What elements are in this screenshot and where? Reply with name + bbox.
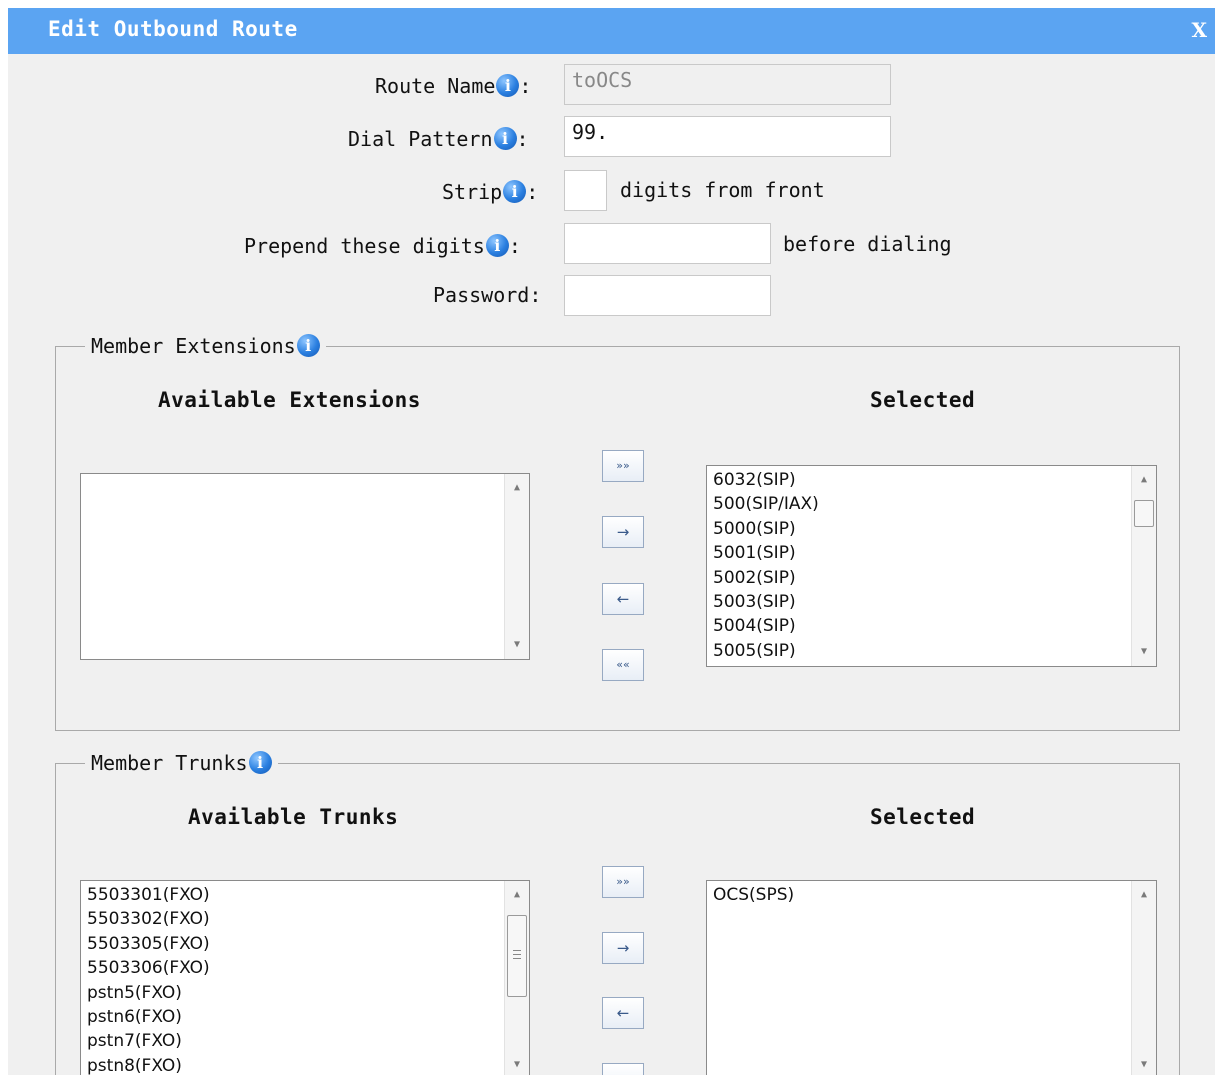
- selected-extensions-items: 6032(SIP) 500(SIP/IAX) 5000(SIP) 5001(SIP) 5…: [713, 468, 1128, 663]
- colon: :: [508, 234, 521, 258]
- strip-label: Strip: [442, 180, 503, 204]
- list-item[interactable]: pstn7(FXO): [87, 1029, 501, 1053]
- scroll-up-icon[interactable]: ▲: [505, 478, 529, 498]
- info-icon[interactable]: i: [485, 234, 509, 257]
- selected-trunks-list[interactable]: OCS(SPS) ▲ ▼: [706, 880, 1157, 1075]
- strip-suffix: digits from front: [620, 178, 825, 202]
- list-item[interactable]: 5503302(FXO): [87, 907, 501, 931]
- member-trunks-legend: Member Trunks i: [85, 751, 278, 775]
- colon: :: [526, 180, 539, 204]
- member-extensions-label: Member Extensions: [91, 334, 296, 358]
- remove-all-trunks-button[interactable]: ««: [602, 1063, 644, 1075]
- selected-trunks-title: Selected: [870, 805, 976, 829]
- scrollbar[interactable]: ▲ ▼: [1131, 466, 1156, 666]
- scrollbar[interactable]: ▲ ▼: [504, 881, 529, 1075]
- scroll-thumb[interactable]: [1134, 500, 1154, 527]
- remove-button[interactable]: ←: [602, 583, 644, 615]
- route-name-label: Route Name: [375, 74, 496, 98]
- colon: :: [519, 74, 532, 98]
- list-item[interactable]: pstn8(FXO): [87, 1054, 501, 1075]
- list-item[interactable]: 5005(SIP): [713, 639, 1128, 663]
- route-name-label-row: Route Name i:: [375, 74, 531, 98]
- list-item[interactable]: 5503305(FXO): [87, 932, 501, 956]
- info-icon[interactable]: i: [503, 180, 527, 203]
- add-button[interactable]: →: [602, 516, 644, 548]
- add-all-button[interactable]: »»: [602, 450, 644, 482]
- password-label: Password: [433, 283, 530, 307]
- list-item[interactable]: 5002(SIP): [713, 566, 1128, 590]
- prepend-input[interactable]: [564, 223, 771, 264]
- list-item[interactable]: 5503306(FXO): [87, 956, 501, 980]
- list-item[interactable]: 5503301(FXO): [87, 883, 501, 907]
- dial-pattern-label-row: Dial Pattern i:: [348, 127, 529, 151]
- list-item[interactable]: pstn5(FXO): [87, 981, 501, 1005]
- list-item[interactable]: 5001(SIP): [713, 541, 1128, 565]
- scroll-up-icon[interactable]: ▲: [505, 885, 529, 905]
- member-extensions-legend: Member Extensions i: [85, 334, 326, 358]
- dial-pattern-input[interactable]: 99.: [564, 116, 891, 157]
- edit-outbound-route-dialog: Edit Outbound Route X Route Name i: toOCS…: [8, 8, 1215, 1075]
- scroll-up-icon[interactable]: ▲: [1132, 470, 1156, 490]
- info-icon[interactable]: i: [248, 751, 272, 774]
- scroll-down-icon[interactable]: ▼: [505, 1055, 529, 1075]
- add-trunk-button[interactable]: →: [602, 932, 644, 964]
- dialog-title: Edit Outbound Route: [48, 17, 298, 41]
- list-item[interactable]: 5004(SIP): [713, 614, 1128, 638]
- scroll-down-icon[interactable]: ▼: [1132, 642, 1156, 662]
- scrollbar[interactable]: ▲ ▼: [1131, 881, 1156, 1075]
- selected-extensions-title: Selected: [870, 388, 976, 412]
- colon: :: [516, 127, 529, 151]
- scroll-down-icon[interactable]: ▼: [505, 635, 529, 655]
- available-trunks-list[interactable]: 5503301(FXO) 5503302(FXO) 5503305(FXO) 5503…: [80, 880, 530, 1075]
- route-name-input[interactable]: toOCS: [564, 64, 891, 105]
- info-icon[interactable]: i: [493, 127, 517, 150]
- scroll-down-icon[interactable]: ▼: [1132, 1055, 1156, 1075]
- strip-label-row: Strip i:: [442, 180, 538, 204]
- password-input[interactable]: [564, 275, 771, 316]
- dial-pattern-label: Dial Pattern: [348, 127, 493, 151]
- selected-trunks-items: OCS(SPS): [713, 883, 1128, 907]
- remove-trunk-button[interactable]: ←: [602, 997, 644, 1029]
- info-icon[interactable]: i: [496, 74, 520, 97]
- list-item[interactable]: 5000(SIP): [713, 517, 1128, 541]
- available-trunks-title: Available Trunks: [188, 805, 399, 829]
- add-all-trunks-button[interactable]: »»: [602, 866, 644, 898]
- prepend-suffix: before dialing: [783, 232, 952, 256]
- available-trunks-items: 5503301(FXO) 5503302(FXO) 5503305(FXO) 5503…: [87, 883, 501, 1075]
- remove-all-button[interactable]: ««: [602, 649, 644, 681]
- scroll-up-icon[interactable]: ▲: [1132, 885, 1156, 905]
- list-item[interactable]: 6032(SIP): [713, 468, 1128, 492]
- list-item[interactable]: OCS(SPS): [713, 883, 1128, 907]
- strip-input[interactable]: [564, 170, 607, 211]
- list-item[interactable]: 5003(SIP): [713, 590, 1128, 614]
- available-extensions-title: Available Extensions: [158, 388, 421, 412]
- selected-extensions-list[interactable]: 6032(SIP) 500(SIP/IAX) 5000(SIP) 5001(SIP) 5…: [706, 465, 1157, 667]
- colon: :: [529, 283, 542, 307]
- prepend-label: Prepend these digits: [244, 234, 485, 258]
- list-item[interactable]: pstn6(FXO): [87, 1005, 501, 1029]
- scrollbar[interactable]: ▲ ▼: [504, 474, 529, 659]
- list-item[interactable]: 500(SIP/IAX): [713, 492, 1128, 516]
- close-button[interactable]: X: [1191, 18, 1207, 42]
- prepend-label-row: Prepend these digits i:: [244, 234, 521, 258]
- member-trunks-label: Member Trunks: [91, 751, 248, 775]
- info-icon[interactable]: i: [296, 334, 320, 357]
- title-bar[interactable]: Edit Outbound Route X: [8, 8, 1215, 54]
- scroll-thumb[interactable]: [507, 915, 527, 997]
- available-extensions-list[interactable]: ▲ ▼: [80, 473, 530, 660]
- password-label-row: Password:: [433, 283, 541, 307]
